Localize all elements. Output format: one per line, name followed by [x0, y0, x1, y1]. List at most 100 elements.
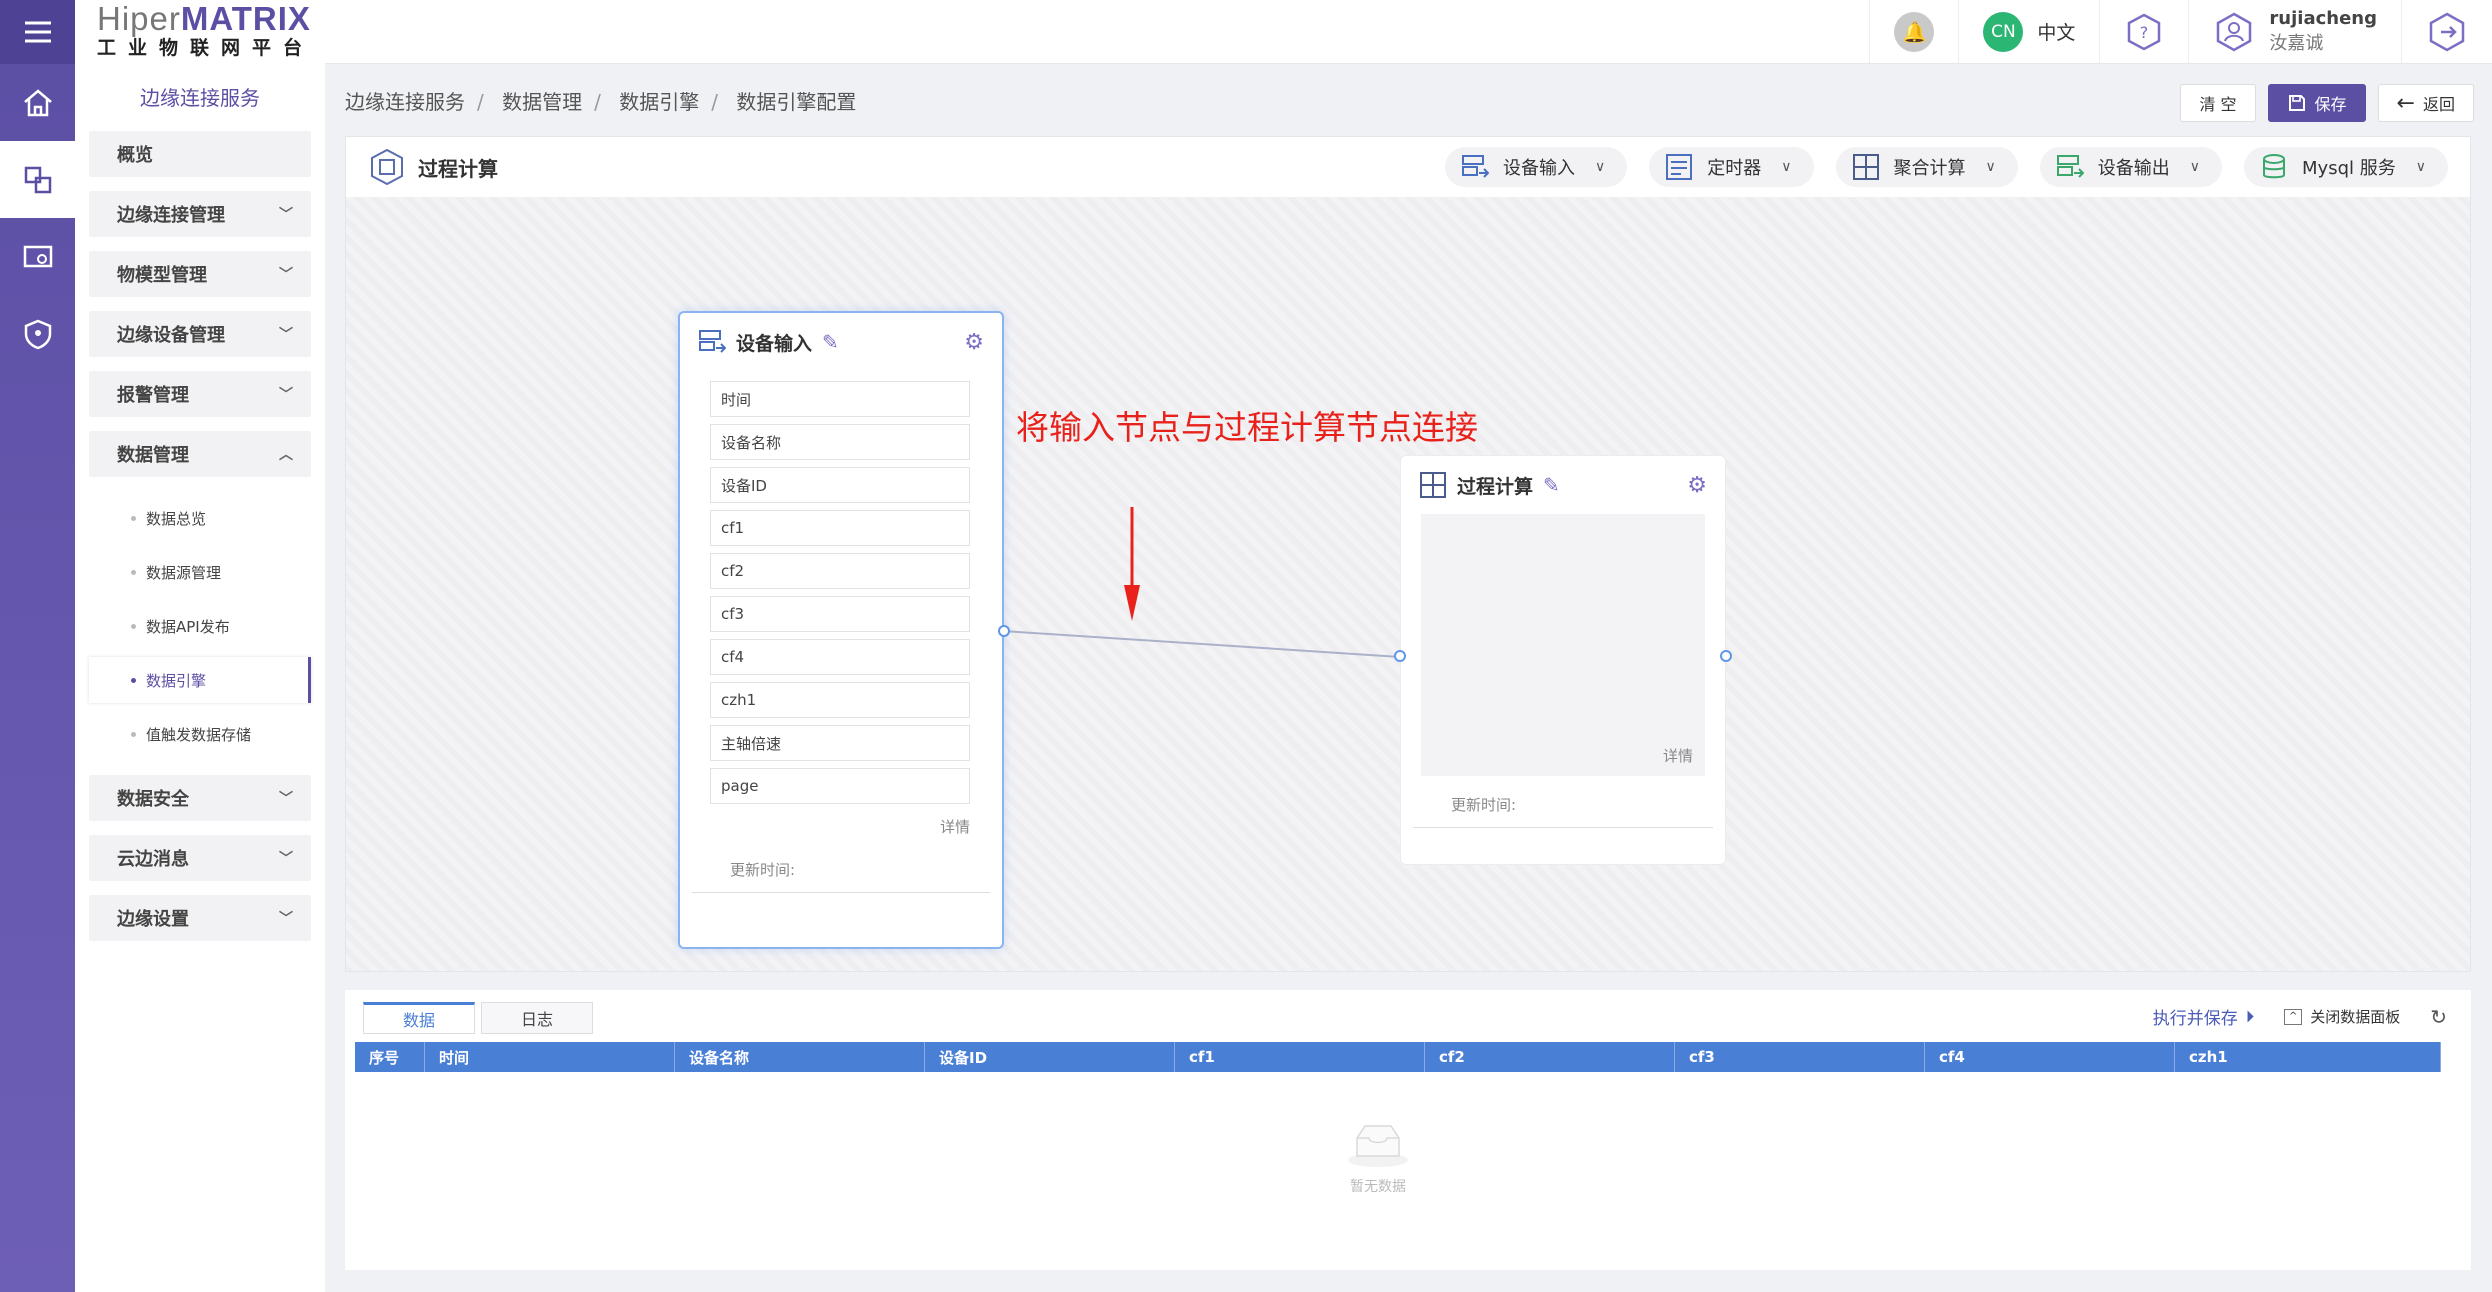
brand-logo: HiperMATRIX 工业物联网平台: [75, 0, 325, 64]
rail-edge-connect[interactable]: [0, 141, 75, 218]
sidebar-item-label: 边缘设备管理: [117, 325, 225, 346]
field-list: 时间 设备名称 设备ID cf1 cf2 cf3 cf4 czh1 主轴倍速 p…: [680, 371, 1002, 804]
sidebar-item-alarm[interactable]: 报警管理 ﹀: [89, 371, 311, 417]
field-item[interactable]: 时间: [710, 381, 970, 417]
rail-monitor[interactable]: [0, 218, 75, 295]
sidebar-sub-data-engine[interactable]: 数据引擎: [89, 657, 311, 703]
clear-button[interactable]: 清 空: [2180, 84, 2256, 122]
menu-toggle-button[interactable]: [0, 0, 75, 64]
detail-link[interactable]: 详情: [1663, 745, 1705, 766]
breadcrumb-item[interactable]: 数据引擎: [619, 90, 699, 114]
tab-log[interactable]: 日志: [481, 1002, 593, 1034]
column-header[interactable]: cf1: [1175, 1042, 1425, 1072]
logo-text-hiper: Hiper: [97, 0, 181, 37]
field-item[interactable]: cf4: [710, 639, 970, 675]
column-header[interactable]: 时间: [425, 1042, 675, 1072]
empty-text: 暂无数据: [1350, 1179, 1406, 1195]
user-icon: [2217, 12, 2252, 51]
chevron-down-icon: ﹀: [279, 387, 293, 403]
sidebar-item-edge-connect[interactable]: 边缘连接管理 ﹀: [89, 191, 311, 237]
column-header[interactable]: 序号: [355, 1042, 425, 1072]
close-panel-button[interactable]: ^ 关闭数据面板: [2284, 1006, 2400, 1027]
notifications[interactable]: 🔔: [1869, 0, 1958, 63]
device-input-node[interactable]: 设备输入 ✎ ⚙ 时间 设备名称 设备ID cf1 cf2 cf3 cf4 cz…: [678, 311, 1010, 949]
save-button[interactable]: 保存: [2267, 84, 2366, 122]
node-header: 设备输入 ✎ ⚙: [680, 313, 1002, 371]
sidebar-item-edge-device[interactable]: 边缘设备管理 ﹀: [89, 311, 311, 357]
sidebar-item-label: 报警管理: [117, 385, 189, 406]
sidebar-sub-data-api[interactable]: 数据API发布: [89, 599, 311, 653]
detail-link[interactable]: 详情: [680, 816, 1002, 837]
sidebar-sub-data-source[interactable]: 数据源管理: [89, 545, 311, 599]
back-button[interactable]: ← 返回: [2377, 84, 2474, 122]
field-item[interactable]: 设备名称: [710, 424, 970, 460]
save-icon: [2288, 95, 2305, 111]
rail-home[interactable]: [0, 64, 75, 141]
breadcrumb-item[interactable]: 数据管理: [502, 90, 582, 114]
column-header[interactable]: czh1: [2175, 1042, 2441, 1072]
field-item[interactable]: 主轴倍速: [710, 725, 970, 761]
field-item[interactable]: cf3: [710, 596, 970, 632]
update-time: 更新时间:: [1413, 794, 1713, 828]
close-panel-label: 关闭数据面板: [2310, 1008, 2401, 1026]
sidebar-item-data-mgmt[interactable]: 数据管理 ︿: [89, 431, 311, 477]
field-item[interactable]: czh1: [710, 682, 970, 718]
field-item[interactable]: page: [710, 768, 970, 804]
tab-data[interactable]: 数据: [363, 1002, 475, 1034]
output-port[interactable]: [1720, 650, 1732, 662]
breadcrumb-item[interactable]: 边缘连接服务: [345, 90, 465, 114]
node-title: 过程计算: [1457, 475, 1534, 498]
sidebar-item-thing-model[interactable]: 物模型管理 ﹀: [89, 251, 311, 297]
calc-body: 详情: [1421, 514, 1705, 776]
sidebar: HiperMATRIX 工业物联网平台 边缘连接服务 概览 边缘连接管理 ﹀ 物模…: [75, 0, 325, 1292]
play-icon: ⏵: [2245, 1006, 2255, 1027]
run-save-button[interactable]: 执行并保存 ⏵: [2153, 1004, 2255, 1030]
breadcrumb-current: 数据引擎配置: [736, 90, 857, 114]
gear-icon[interactable]: ⚙: [1687, 473, 1707, 498]
refresh-icon[interactable]: ↻: [2430, 1005, 2447, 1029]
device-input-icon: [699, 330, 726, 353]
sidebar-sub-data-overview[interactable]: 数据总览: [89, 491, 311, 545]
home-icon: [23, 88, 52, 116]
help[interactable]: ?: [2099, 0, 2188, 63]
input-port[interactable]: [1394, 650, 1406, 662]
sidebar-item-cloud-edge-msg[interactable]: 云边消息 ﹀: [89, 835, 311, 881]
sidebar-item-overview[interactable]: 概览: [89, 131, 311, 177]
process-calc-node[interactable]: 过程计算 ✎ ⚙ 详情 更新时间:: [1394, 455, 1732, 865]
edit-icon[interactable]: ✎: [1543, 473, 1560, 497]
sidebar-item-label: 概览: [117, 145, 153, 166]
annotation-arrowhead: [1124, 585, 1140, 621]
column-header[interactable]: 设备名称: [675, 1042, 925, 1072]
language-switch[interactable]: CN 中文: [1958, 0, 2099, 63]
column-header[interactable]: 设备ID: [925, 1042, 1175, 1072]
chevron-down-icon: ﹀: [279, 327, 293, 343]
sub-item-label: 数据API发布: [146, 617, 230, 636]
field-item[interactable]: cf2: [710, 553, 970, 589]
node-connection-line: [1002, 630, 1401, 658]
user-menu[interactable]: rujiacheng 汝嘉诚: [2188, 0, 2401, 63]
icon-rail: [0, 0, 75, 1292]
column-header[interactable]: cf2: [1425, 1042, 1675, 1072]
sidebar-sub-trigger-storage[interactable]: 值触发数据存储: [89, 707, 311, 761]
column-header[interactable]: cf3: [1675, 1042, 1925, 1072]
gear-icon[interactable]: ⚙: [964, 330, 984, 355]
field-item[interactable]: cf1: [710, 510, 970, 546]
logout[interactable]: [2401, 0, 2492, 63]
annotation-text: 将输入节点与过程计算节点连接: [1016, 408, 1478, 447]
sidebar-item-data-security[interactable]: 数据安全 ﹀: [89, 775, 311, 821]
sub-item-label: 数据总览: [146, 509, 207, 528]
sidebar-item-edge-settings[interactable]: 边缘设置 ﹀: [89, 895, 311, 941]
sidebar-item-label: 数据管理: [117, 445, 189, 466]
rail-security[interactable]: [0, 295, 75, 372]
clear-label: 清 空: [2199, 95, 2237, 114]
column-header[interactable]: cf4: [1925, 1042, 2175, 1072]
user-name: rujiacheng: [2269, 7, 2377, 29]
field-item[interactable]: 设备ID: [710, 467, 970, 503]
node-title: 设备输入: [736, 332, 813, 355]
update-time: 更新时间:: [692, 859, 990, 893]
top-bar: 🔔 CN 中文 ? rujiacheng 汝嘉诚: [325, 0, 2492, 64]
chevron-down-icon: ﹀: [279, 911, 293, 927]
edit-icon[interactable]: ✎: [822, 330, 839, 354]
output-port[interactable]: [998, 625, 1010, 637]
chevron-down-icon: ﹀: [279, 791, 293, 807]
